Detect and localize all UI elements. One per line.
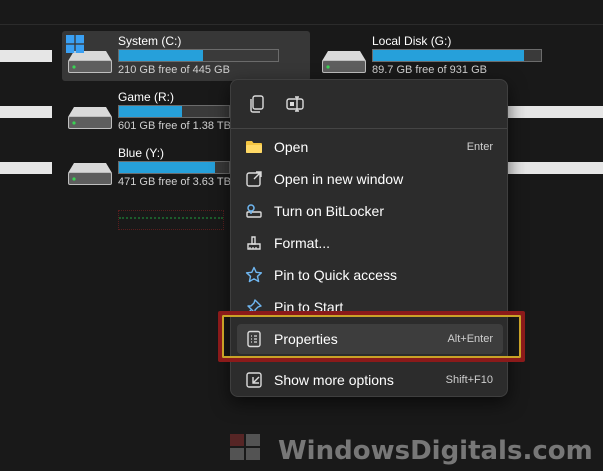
drive-usage-fill (373, 50, 525, 61)
menu-item-label: Open in new window (274, 171, 404, 187)
drive-usage-bar (118, 49, 279, 62)
drive-tile-local-disk-g[interactable]: Local Disk (G:) 89.7 GB free of 931 GB (316, 31, 564, 81)
windows-logo-icon (66, 35, 84, 53)
drive-free-space: 89.7 GB free of 931 GB (372, 64, 487, 76)
drive-tile-blue-y[interactable]: Blue (Y:) 471 GB free of 3.63 TB (62, 143, 242, 193)
menu-item-format[interactable]: Format... (237, 228, 503, 258)
context-menu-toolbar (245, 92, 307, 116)
drive-usage-fill (119, 106, 182, 117)
offscreen-drive-bar (0, 162, 52, 174)
top-separator (0, 24, 603, 25)
offscreen-drive-bar-right (505, 162, 603, 174)
menu-item-show-more-options[interactable]: Show more options Shift+F10 (237, 365, 503, 395)
drive-name: Game (R:) (118, 90, 175, 104)
drive-free-space: 471 GB free of 3.63 TB (118, 176, 231, 188)
folder-icon (246, 141, 262, 153)
drive-tile-game-r[interactable]: Game (R:) 601 GB free of 1.38 TB (62, 87, 242, 137)
drive-usage-fill (119, 162, 215, 173)
drive-name: System (C:) (118, 34, 182, 48)
menu-item-open-in-new-window[interactable]: Open in new window (237, 164, 503, 194)
drive-name: Local Disk (G:) (372, 34, 452, 48)
watermark-text: WindowsDigitals.com (278, 436, 593, 466)
copy-icon (250, 95, 264, 113)
menu-item-turn-on-bitlocker[interactable]: Turn on BitLocker (237, 196, 503, 226)
more-options-icon (246, 372, 262, 388)
rename-icon (286, 96, 304, 112)
watermark: WindowsDigitals.com (226, 424, 603, 471)
drive-free-space: 601 GB free of 1.38 TB (118, 120, 231, 132)
menu-item-label: Open (274, 139, 309, 155)
copy-button[interactable] (245, 92, 269, 116)
placeholder-drive-artifact (118, 210, 224, 230)
menu-item-shortcut: Enter (466, 141, 493, 153)
offscreen-drive-bar-right (505, 106, 603, 118)
format-drive-icon (247, 236, 261, 250)
menu-item-label: Format... (274, 235, 331, 251)
drive-usage-bar (118, 161, 230, 174)
menu-item-label: Show more options (274, 372, 394, 388)
drive-name: Blue (Y:) (118, 146, 165, 160)
hard-drive-icon (68, 107, 112, 129)
drive-tile-system-c[interactable]: System (C:) 210 GB free of 445 GB (62, 31, 310, 81)
drive-usage-fill (119, 50, 204, 61)
hard-drive-icon (68, 163, 112, 185)
menu-item-pin-to-quick-access[interactable]: Pin to Quick access (237, 260, 503, 290)
menu-separator (231, 128, 507, 129)
hard-drive-icon (322, 51, 366, 73)
open-new-window-icon (246, 171, 262, 187)
drive-usage-bar (118, 105, 230, 118)
rename-button[interactable] (283, 92, 307, 116)
drive-free-space: 210 GB free of 445 GB (118, 64, 230, 76)
menu-item-shortcut: Shift+F10 (445, 374, 493, 386)
offscreen-drive-bar (0, 106, 52, 118)
pin-star-icon (245, 266, 263, 283)
offscreen-drive-bar (0, 50, 52, 62)
annotation-highlight-box (218, 311, 525, 362)
bitlocker-key-icon (246, 204, 262, 218)
menu-item-open[interactable]: Open Enter (237, 132, 503, 162)
drive-usage-bar (372, 49, 542, 62)
menu-item-label: Pin to Quick access (274, 267, 397, 283)
menu-item-label: Turn on BitLocker (274, 203, 384, 219)
watermark-logo-icon (230, 434, 260, 460)
